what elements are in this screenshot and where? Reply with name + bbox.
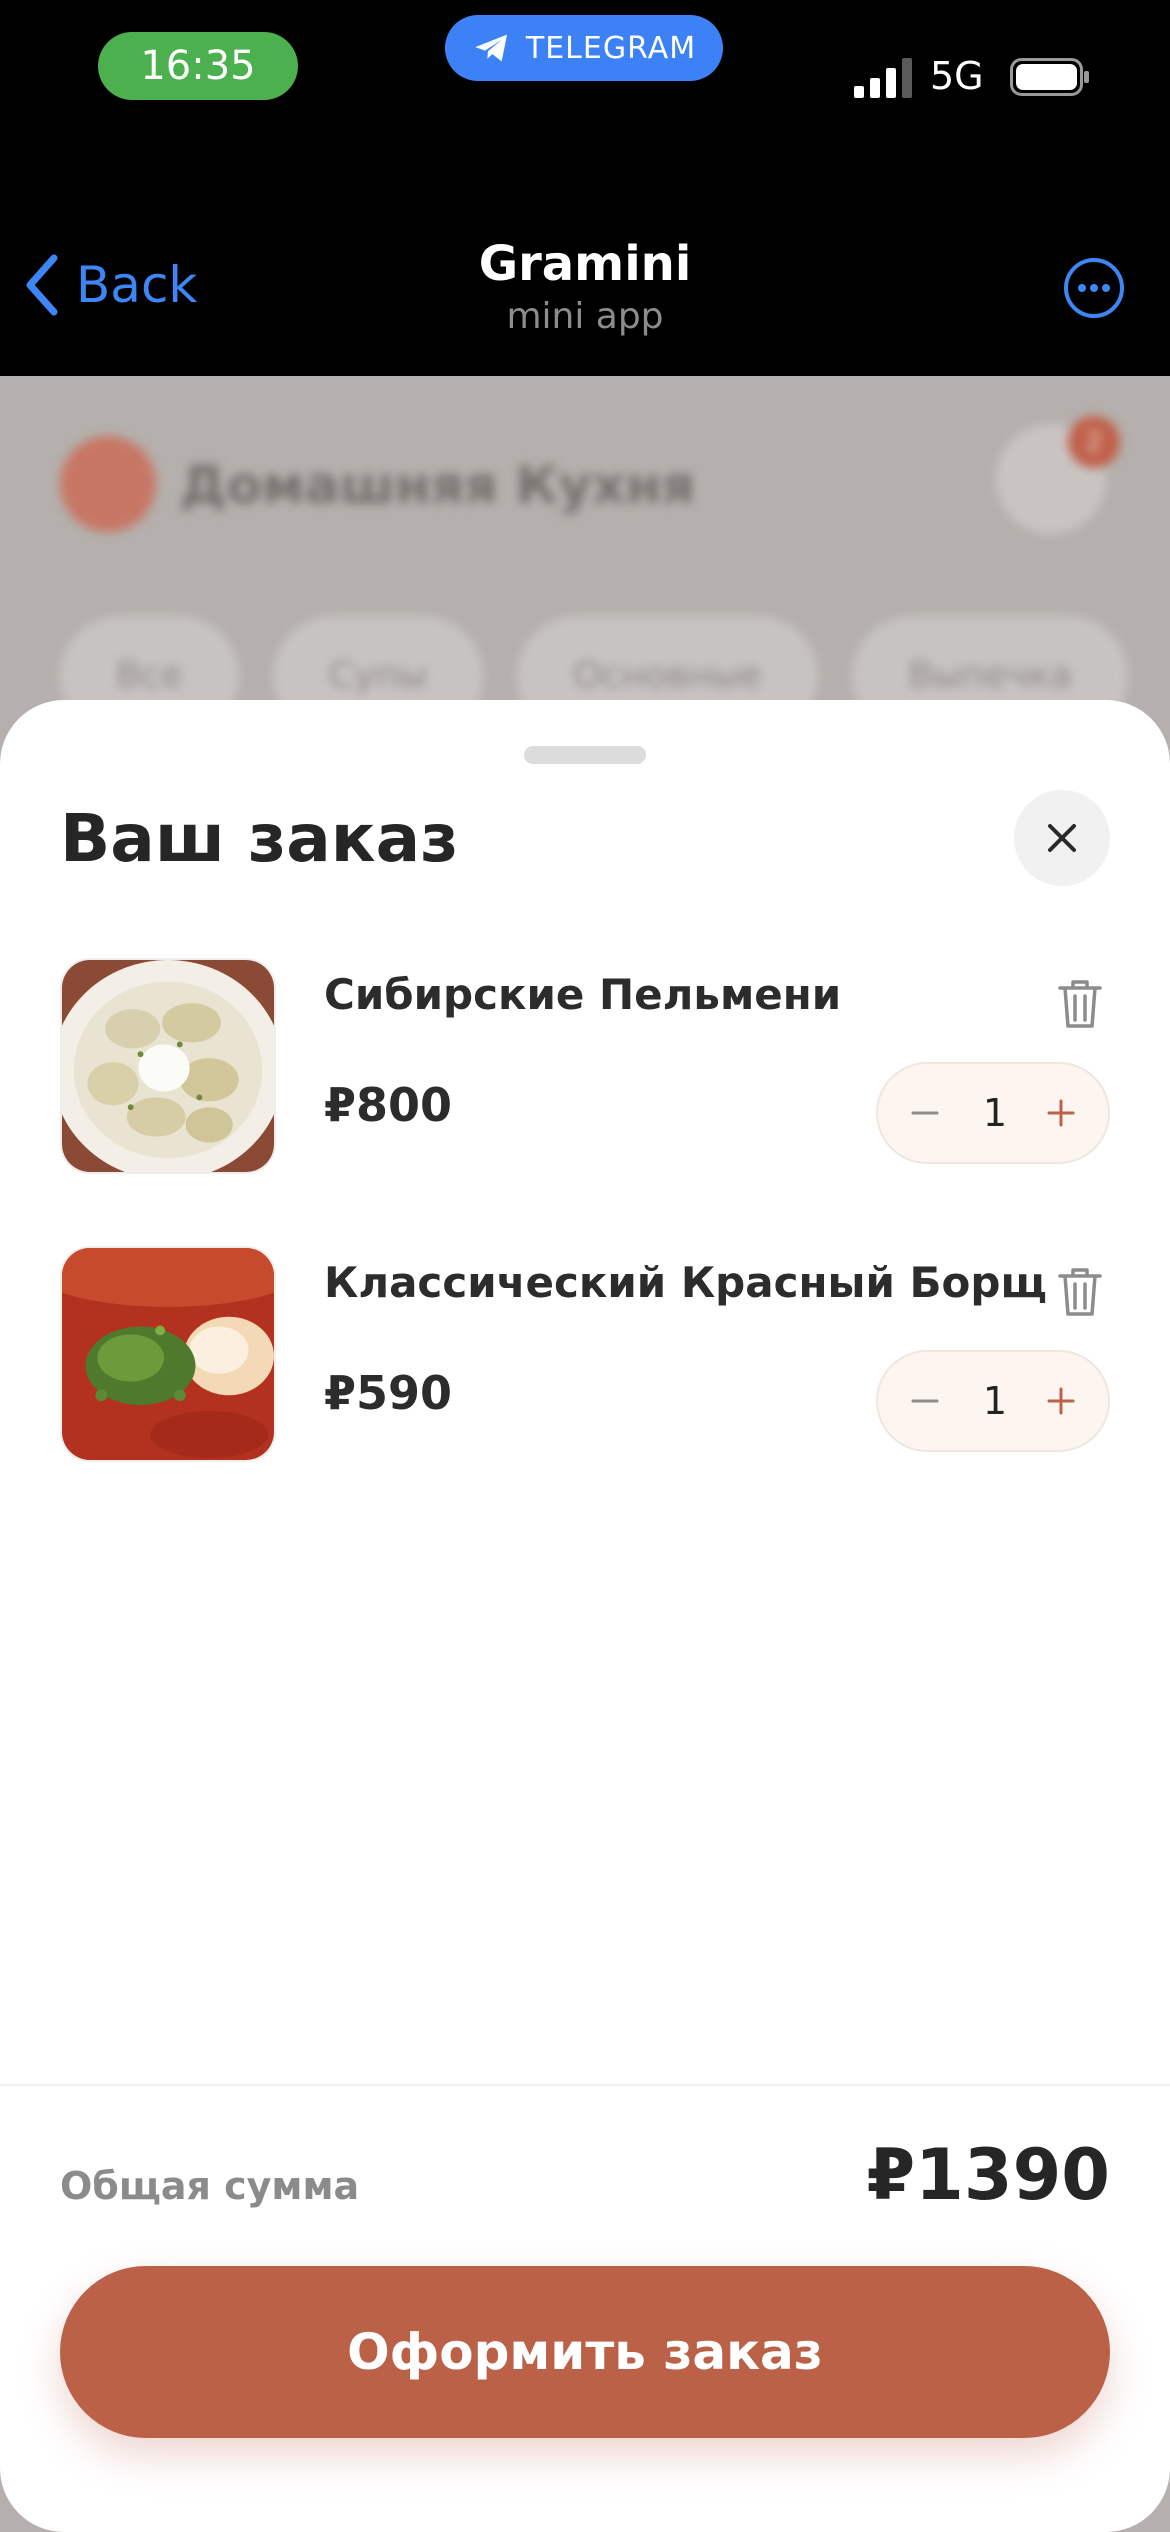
quantity-stepper: 1 (876, 1350, 1110, 1452)
cart-count-badge: 2 (1068, 416, 1120, 468)
minus-icon (911, 1111, 939, 1115)
plus-icon (1047, 1387, 1075, 1415)
quantity-stepper: 1 (876, 1062, 1110, 1164)
increase-button[interactable] (1022, 1352, 1100, 1450)
app-subtitle: mini app (506, 296, 664, 337)
item-name: Сибирские Пельмени (324, 970, 842, 1019)
order-item: Сибирские Пельмени ₽800 1 (60, 958, 1110, 1174)
order-item: Классический Красный Борщ ₽590 1 (60, 1246, 1110, 1462)
item-price: ₽800 (324, 1078, 453, 1132)
status-time: 16:35 (98, 32, 298, 100)
plus-icon (1047, 1099, 1075, 1127)
checkout-button[interactable]: Оформить заказ (60, 2266, 1110, 2438)
network-label: 5G (930, 54, 984, 98)
order-footer: Общая сумма ₽1390 Оформить заказ (0, 2084, 1170, 2532)
restaurant-logo (60, 436, 156, 532)
item-price: ₽590 (324, 1366, 453, 1420)
telegram-header: Back Gramini mini app (0, 140, 1170, 376)
increase-button[interactable] (1022, 1064, 1100, 1162)
item-name: Классический Красный Борщ (324, 1258, 1047, 1307)
pelmeni-photo (60, 958, 276, 1174)
decrease-button[interactable] (886, 1352, 964, 1450)
sheet-title: Ваш заказ (60, 800, 459, 877)
signal-icon (854, 58, 912, 98)
trash-icon[interactable] (1056, 1264, 1104, 1318)
total-value: ₽1390 (866, 2134, 1110, 2216)
sheet-grabber[interactable] (524, 746, 646, 764)
restaurant-name: Домашняя Кухня (180, 456, 695, 516)
more-horizontal-icon[interactable] (1062, 256, 1126, 320)
order-sheet: Ваш заказ Сибирские Пельмени ₽800 1 Клас… (0, 700, 1170, 2532)
battery-icon (1010, 58, 1089, 96)
trash-icon[interactable] (1056, 976, 1104, 1030)
telegram-icon (475, 34, 507, 62)
status-bar: 16:35 TELEGRAM 5G (0, 0, 1170, 140)
minus-icon (911, 1399, 939, 1403)
app-title: Gramini (478, 236, 692, 292)
telegram-label: TELEGRAM (525, 30, 697, 66)
close-icon (1048, 824, 1076, 852)
close-button[interactable] (1014, 790, 1110, 886)
total-label: Общая сумма (60, 2164, 360, 2208)
telegram-pill[interactable]: TELEGRAM (445, 15, 723, 81)
decrease-button[interactable] (886, 1064, 964, 1162)
borsch-photo (60, 1246, 276, 1462)
